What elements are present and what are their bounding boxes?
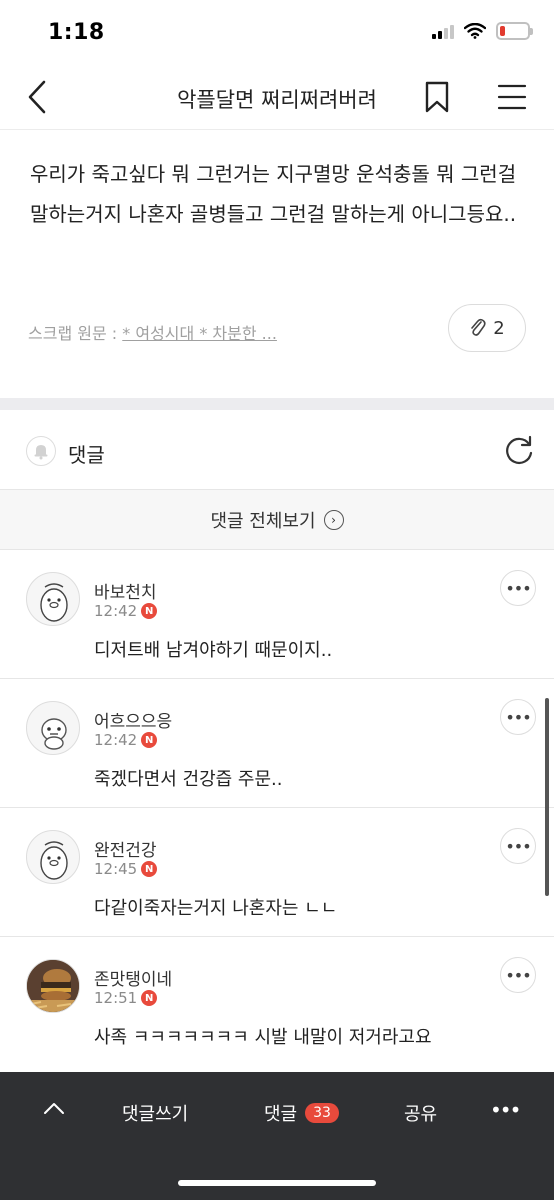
comment-text: 사족 ㅋㅋㅋㅋㅋㅋㅋ 시발 내말이 저거라고요 xyxy=(94,1027,432,1048)
penguin-avatar[interactable] xyxy=(26,572,80,626)
refresh-icon[interactable] xyxy=(502,434,536,468)
comment-text: 죽겠다면서 건강즙 주문.. xyxy=(94,769,283,790)
comment-timestamp: 12:51 xyxy=(94,989,138,1007)
comment-author[interactable]: 완전건강 xyxy=(94,836,157,861)
view-all-label: 댓글 전체보기 xyxy=(210,510,316,532)
comment-author[interactable]: 존맛탱이네 xyxy=(94,965,172,990)
penguin-avatar[interactable] xyxy=(26,830,80,884)
more-options-button[interactable]: ••• xyxy=(500,699,536,735)
navigation-bar: 악플달면 쩌리쩌려버려 xyxy=(0,64,554,130)
status-icons xyxy=(432,22,533,40)
status-bar: 1:18 xyxy=(0,0,554,64)
battery-level xyxy=(500,26,505,36)
comments-header: 댓글 xyxy=(0,410,554,490)
write-comment-button[interactable]: 댓글쓰기 xyxy=(122,1100,188,1126)
scrap-source-link[interactable]: * 여성시대 * 차분한 ... xyxy=(122,324,277,343)
battery-icon xyxy=(496,22,533,40)
bell-icon[interactable] xyxy=(26,436,56,466)
bookmark-icon[interactable] xyxy=(422,80,452,114)
comment-item: 어흐으으응 12:42 N 죽겠다면서 건강즙 주문.. ••• xyxy=(0,679,554,808)
comment-timestamp: 12:45 xyxy=(94,860,138,878)
comment-item: 바보천치 12:42 N 디저트배 남겨야하기 때문이지.. ••• xyxy=(0,550,554,679)
comment-count-badge: 33 xyxy=(305,1103,339,1123)
post-body: 우리가 죽고싶다 뭐 그런거는 지구멸망 운석충돌 뭐 그런걸 말하는거지 나혼… xyxy=(30,162,517,226)
paperclip-icon xyxy=(471,318,486,336)
character-avatar[interactable] xyxy=(26,701,80,755)
chevron-up-icon[interactable] xyxy=(42,1098,66,1118)
share-button[interactable]: 공유 xyxy=(404,1100,437,1126)
more-options-button[interactable]: ••• xyxy=(500,828,536,864)
comment-time: 12:42 N xyxy=(94,731,158,749)
comments-button-label: 댓글 xyxy=(264,1104,298,1125)
wifi-icon xyxy=(464,23,486,39)
new-badge: N xyxy=(141,732,158,748)
comments-label: 댓글 xyxy=(68,443,105,467)
cellular-signal-icon xyxy=(432,23,454,39)
attachment-count: 2 xyxy=(493,317,505,339)
chevron-right-circle-icon: › xyxy=(323,509,344,530)
page-title: 악플달면 쩌리쩌려버려 xyxy=(177,88,377,112)
status-time: 1:18 xyxy=(48,20,105,45)
comment-item: 완전건강 12:45 N 다같이죽자는거지 나혼자는 ㄴㄴ ••• xyxy=(0,808,554,937)
section-divider xyxy=(0,398,554,410)
comment-text: 디저트배 남겨야하기 때문이지.. xyxy=(94,640,333,661)
comment-text: 다같이죽자는거지 나혼자는 ㄴㄴ xyxy=(94,898,338,919)
burger-photo-avatar[interactable] xyxy=(26,959,80,1013)
comment-timestamp: 12:42 xyxy=(94,602,138,620)
scrollbar[interactable] xyxy=(545,698,549,896)
comment-author[interactable]: 어흐으으응 xyxy=(94,707,172,732)
comment-time: 12:45 N xyxy=(94,860,158,878)
scrap-source: 스크랩 원문 : * 여성시대 * 차분한 ... xyxy=(28,320,277,344)
comment-item: 존맛탱이네 12:51 N 사족 ㅋㅋㅋㅋㅋㅋㅋ 시발 내말이 저거라고요 ••… xyxy=(0,937,554,1066)
new-badge: N xyxy=(141,861,158,877)
comments-button[interactable]: 댓글 33 xyxy=(264,1100,339,1126)
comment-author[interactable]: 바보천치 xyxy=(94,578,157,603)
scrap-label: 스크랩 원문 : xyxy=(28,324,118,343)
home-indicator xyxy=(178,1180,376,1186)
hamburger-menu-icon[interactable] xyxy=(496,82,528,112)
view-all-comments-button[interactable]: 댓글 전체보기 › xyxy=(0,490,554,550)
more-dots-icon[interactable]: ••• xyxy=(490,1098,521,1122)
more-options-button[interactable]: ••• xyxy=(500,570,536,606)
attachment-button[interactable]: 2 xyxy=(448,304,526,352)
more-options-button[interactable]: ••• xyxy=(500,957,536,993)
comment-timestamp: 12:42 xyxy=(94,731,138,749)
new-badge: N xyxy=(141,990,158,1006)
comment-time: 12:42 N xyxy=(94,602,158,620)
new-badge: N xyxy=(141,603,158,619)
comment-time: 12:51 N xyxy=(94,989,158,1007)
